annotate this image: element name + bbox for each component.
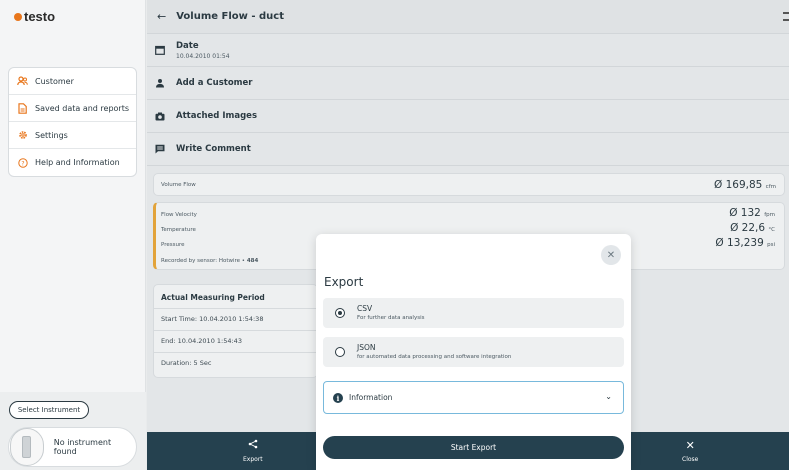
- camera-icon: [155, 111, 165, 121]
- person-icon: [155, 78, 165, 88]
- close-icon: ✕: [606, 249, 616, 261]
- sensor-id: 484: [246, 258, 259, 264]
- write-comment-label: Write Comment: [176, 144, 251, 154]
- back-arrow-icon[interactable]: ←: [157, 10, 166, 23]
- sidebar-item-label: Help and Information: [35, 158, 120, 167]
- measurement-value: Ø 132 fpm: [729, 207, 775, 219]
- period-duration: Duration: 5 Sec: [161, 359, 212, 367]
- date-label: Date: [176, 40, 199, 51]
- probe-device-icon: [22, 436, 32, 458]
- information-label: Information: [349, 393, 393, 402]
- document-icon: [17, 102, 28, 114]
- sidebar: testo Customer Saved data and reports Se…: [0, 0, 146, 470]
- period-title: Actual Measuring Period: [161, 293, 265, 302]
- export-option-csv[interactable]: CSV For further data analysis: [323, 298, 624, 328]
- comment-icon: [155, 144, 165, 154]
- export-button[interactable]: Export: [243, 439, 263, 463]
- testo-logo: testo: [14, 9, 55, 24]
- logo-dot-icon: [14, 12, 22, 21]
- sidebar-item-label: Saved data and reports: [35, 103, 130, 113]
- sidebar-menu: Customer Saved data and reports Settings…: [8, 67, 137, 177]
- sidebar-item-settings[interactable]: Settings: [9, 122, 136, 149]
- sidebar-item-label: Settings: [35, 130, 68, 140]
- volume-flow-value: Ø 169,85 cfm: [713, 179, 776, 191]
- instrument-status: No instrument found: [53, 438, 112, 456]
- date-value: 10.04.2010 01:54: [176, 52, 230, 60]
- date-row: Date 10.04.2010 01:54: [147, 34, 789, 67]
- gear-icon: [17, 130, 28, 141]
- dialog-close-button[interactable]: ✕: [601, 245, 621, 265]
- sidebar-item-saved-data[interactable]: Saved data and reports: [9, 95, 136, 122]
- header-bar: ← Volume Flow - duct: [147, 0, 789, 34]
- question-icon: ?: [17, 157, 28, 168]
- close-label: Close: [682, 456, 699, 463]
- measuring-period-card: Actual Measuring Period Start Time: 10.0…: [153, 284, 318, 378]
- information-accordion[interactable]: i Information ⌄: [323, 381, 624, 414]
- menu-icon[interactable]: [783, 12, 789, 21]
- instrument-card[interactable]: No instrument found: [8, 427, 137, 467]
- instrument-panel: Select Instrument No instrument found: [0, 392, 146, 470]
- volume-flow-label: Volume Flow: [161, 182, 196, 188]
- option-description: for automated data processing and softwa…: [357, 354, 512, 360]
- csv-radio[interactable]: [335, 308, 345, 318]
- users-icon: [17, 76, 28, 87]
- share-icon: [248, 439, 258, 452]
- period-start: Start Time: 10.04.2010 1:54:38: [161, 315, 264, 323]
- option-name: CSV: [357, 304, 373, 313]
- option-description: For further data analysis: [357, 315, 425, 321]
- info-icon: i: [333, 393, 343, 403]
- measurement-value: Ø 22,6 °C: [730, 222, 775, 234]
- sidebar-item-help[interactable]: ? Help and Information: [9, 149, 136, 176]
- json-radio[interactable]: [335, 347, 345, 357]
- page-title: Volume Flow - duct: [176, 11, 284, 22]
- measurement-value: Ø 13,239 psi: [715, 237, 775, 249]
- attached-images-row[interactable]: Attached Images: [147, 100, 789, 133]
- start-export-button[interactable]: Start Export: [323, 436, 624, 459]
- recorded-by-sensor: Recorded by sensor: Hotwire • 484: [161, 258, 259, 264]
- measurement-label: Pressure: [161, 242, 185, 248]
- volume-flow-unit: cfm: [765, 184, 776, 190]
- close-button[interactable]: ✕ Close: [682, 439, 698, 463]
- export-option-json[interactable]: JSON for automated data processing and s…: [323, 337, 624, 367]
- svg-text:?: ?: [21, 160, 24, 167]
- export-dialog: ✕ Export CSV For further data analysis J…: [316, 234, 631, 470]
- attached-images-label: Attached Images: [176, 111, 258, 121]
- chevron-down-icon: ⌄: [605, 392, 612, 401]
- period-end: End: 10.04.2010 1:54:43: [161, 337, 242, 345]
- write-comment-row[interactable]: Write Comment: [147, 133, 789, 166]
- logo-text: testo: [24, 9, 56, 24]
- volume-flow-card: Volume Flow Ø 169,85 cfm: [153, 173, 785, 196]
- close-icon: ✕: [685, 439, 695, 452]
- dialog-title: Export: [324, 275, 364, 289]
- export-label: Export: [243, 456, 263, 463]
- sidebar-item-label: Customer: [35, 76, 74, 86]
- instrument-image: [10, 428, 44, 466]
- add-customer-row[interactable]: Add a Customer: [147, 67, 789, 100]
- add-customer-label: Add a Customer: [176, 78, 253, 88]
- measurement-label: Temperature: [161, 227, 196, 233]
- measurement-label: Flow Velocity: [161, 212, 197, 218]
- sidebar-item-customer[interactable]: Customer: [9, 68, 136, 95]
- select-instrument-button[interactable]: Select Instrument: [9, 401, 89, 419]
- calendar-icon: [155, 45, 165, 55]
- option-name: JSON: [357, 343, 376, 352]
